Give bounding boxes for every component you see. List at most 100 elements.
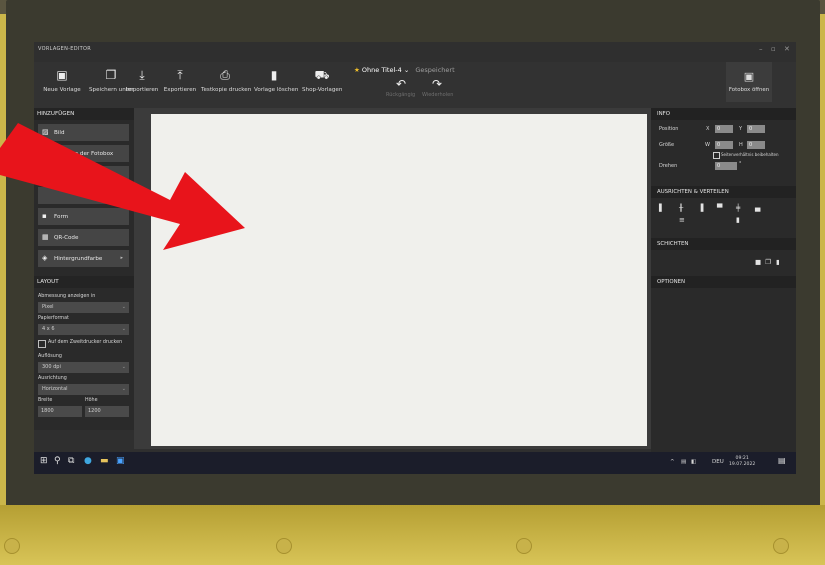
screw — [4, 538, 20, 554]
chevron-right-icon: ▸ — [120, 255, 123, 261]
cart-icon: ⛟ — [314, 68, 330, 82]
resolution-select[interactable]: 300 dpi ⌄ — [38, 362, 129, 373]
undo-icon[interactable]: ↶ — [396, 77, 406, 91]
shop-templates-button[interactable]: ⛟ Shop-Vorlagen — [302, 68, 342, 93]
add-text-button[interactable]: T Text — [38, 166, 129, 183]
task-view-icon[interactable]: ⧉ — [68, 456, 74, 466]
units-value: Pixel — [42, 304, 54, 310]
shop-templates-label: Shop-Vorlagen — [302, 87, 343, 93]
paper-format-select[interactable]: 4 x 6 ⌄ — [38, 324, 129, 335]
align-middle-v-icon[interactable]: ╪ — [736, 204, 740, 212]
rotate-label: Drehen — [659, 163, 678, 169]
import-label: Importieren — [125, 87, 159, 93]
add-shape-label: Form — [54, 214, 69, 220]
paper-format-value: 4 x 6 — [42, 326, 55, 332]
redo-icon[interactable]: ↷ — [432, 77, 442, 91]
search-icon[interactable]: ⚲ — [54, 456, 61, 466]
camera-icon: ▣ — [743, 70, 755, 83]
open-fotobox-button[interactable]: ▣ Fotobox öffnen — [726, 62, 772, 102]
star-icon: ★ — [354, 66, 360, 74]
width-input[interactable]: 1800 — [38, 406, 82, 417]
size-label: Größe — [659, 142, 675, 148]
align-top-icon[interactable]: ▀ — [717, 204, 722, 212]
distribute-h-icon[interactable]: ≡ — [679, 216, 685, 224]
w-input[interactable]: 0 — [715, 141, 733, 149]
maximize-button[interactable]: ▫ — [771, 45, 776, 53]
title-bar: VORLAGEN-EDITOR – ▫ ✕ — [34, 42, 796, 62]
clock-date: 19.07.2022 — [729, 462, 756, 467]
x-input[interactable]: 0 — [715, 125, 733, 133]
app-window: VORLAGEN-EDITOR – ▫ ✕ ▣ Neue Vorlage ❐ S… — [34, 42, 796, 474]
minimize-button[interactable]: – — [759, 45, 763, 53]
screw — [773, 538, 789, 554]
add-photobox-photo-button[interactable]: ◫ Foto von der Fotobox — [38, 145, 129, 162]
import-icon: ⤓ — [139, 68, 145, 82]
open-fotobox-label: Fotobox öffnen — [728, 87, 770, 93]
close-button[interactable]: ✕ — [784, 45, 790, 53]
y-input[interactable]: 0 — [747, 125, 765, 133]
h-label: H — [739, 142, 743, 148]
delete-template-button[interactable]: ▮ Vorlage löschen — [254, 68, 299, 93]
document-title[interactable]: ★ Ohne Titel-4 ⌄ Gespeichert — [354, 66, 455, 74]
x-label: X — [706, 126, 710, 132]
export-icon: ⤒ — [177, 68, 183, 82]
network-icon[interactable]: ▤ — [681, 459, 686, 465]
keep-ratio-checkbox[interactable] — [713, 152, 720, 159]
language-indicator[interactable]: DEU — [712, 459, 724, 465]
windows-start-icon[interactable]: ⊞ — [40, 456, 48, 466]
edge-icon[interactable]: ● — [84, 456, 92, 466]
rotate-input[interactable]: 0 — [715, 162, 737, 170]
file-explorer-icon[interactable]: ▬ — [100, 456, 109, 466]
height-input[interactable]: 1200 — [85, 406, 129, 417]
redo-label: Wiederholen — [422, 92, 454, 98]
chevron-down-icon: ⌄ — [121, 364, 126, 370]
trash-icon[interactable]: ▮ — [776, 258, 780, 266]
print-icon: ⎙ — [220, 68, 230, 82]
export-button[interactable]: ⤒ Exportieren — [162, 68, 198, 93]
orientation-select[interactable]: Horizontal ⌄ — [38, 384, 129, 395]
template-canvas[interactable] — [151, 114, 647, 446]
new-template-icon: ▣ — [56, 68, 68, 82]
add-shape-button[interactable]: ▪ Form — [38, 208, 129, 225]
align-distribute-heading: AUSRICHTEN & VERTEILEN — [651, 186, 796, 198]
app-icon[interactable]: ▣ — [116, 456, 125, 466]
lock-icon[interactable]: ■ — [755, 258, 761, 266]
copy-icon[interactable]: ❐ — [765, 258, 771, 266]
export-label: Exportieren — [163, 87, 197, 93]
new-template-button[interactable]: ▣ Neue Vorlage — [36, 68, 88, 93]
clock[interactable]: 09:21 19.07.2022 — [729, 456, 755, 468]
align-right-icon[interactable]: ▐ — [698, 204, 703, 212]
background-color-button[interactable]: ◈ Hintergrundfarbe ▸ — [38, 250, 129, 267]
keep-ratio-label: Seitenverhältnis beibehalten — [721, 152, 779, 157]
distribute-v-icon[interactable]: ▮ — [736, 216, 740, 224]
screw — [276, 538, 292, 554]
align-left-icon[interactable]: ▌ — [659, 204, 664, 212]
duplex-checkbox[interactable] — [38, 340, 46, 348]
orientation-value: Horizontal — [42, 386, 68, 392]
delete-template-label: Vorlage löschen — [254, 87, 299, 93]
housing-frame — [0, 505, 825, 565]
notification-icon[interactable]: ▤ — [778, 456, 786, 465]
align-bottom-icon[interactable]: ▄ — [755, 204, 760, 212]
windows-taskbar: ⊞ ⚲ ⧉ ● ▬ ▣ ^ ▤ ◧ DEU 09:21 19.07.2022 ▤ — [34, 452, 796, 474]
background-color-label: Hintergrundfarbe — [54, 256, 103, 262]
qr-icon: ▦ — [42, 233, 49, 241]
units-label: Abmessung anzeigen in — [38, 294, 96, 299]
import-button[interactable]: ⤓ Importieren — [124, 68, 160, 93]
tray-chevron-icon[interactable]: ^ — [670, 459, 675, 465]
add-image-label: Bild — [54, 130, 65, 136]
add-qr-code-button[interactable]: ▦ QR-Code — [38, 229, 129, 246]
resolution-value: 300 dpi — [42, 364, 61, 370]
orientation-label: Ausrichtung — [38, 376, 67, 381]
chevron-down-icon: ⌄ — [121, 326, 126, 332]
units-select[interactable]: Pixel ⌄ — [38, 302, 129, 313]
h-input[interactable]: 0 — [747, 141, 765, 149]
volume-icon[interactable]: ◧ — [691, 459, 696, 465]
image-icon: ▨ — [42, 128, 49, 136]
align-center-h-icon[interactable]: ╫ — [679, 204, 683, 212]
add-blank-button[interactable] — [38, 187, 129, 204]
position-label: Position — [659, 126, 679, 132]
add-section-heading: HINZUFÜGEN — [34, 108, 134, 120]
print-test-copy-button[interactable]: ⎙ Testkopie drucken — [201, 68, 251, 93]
add-image-button[interactable]: ▨ Bild — [38, 124, 129, 141]
